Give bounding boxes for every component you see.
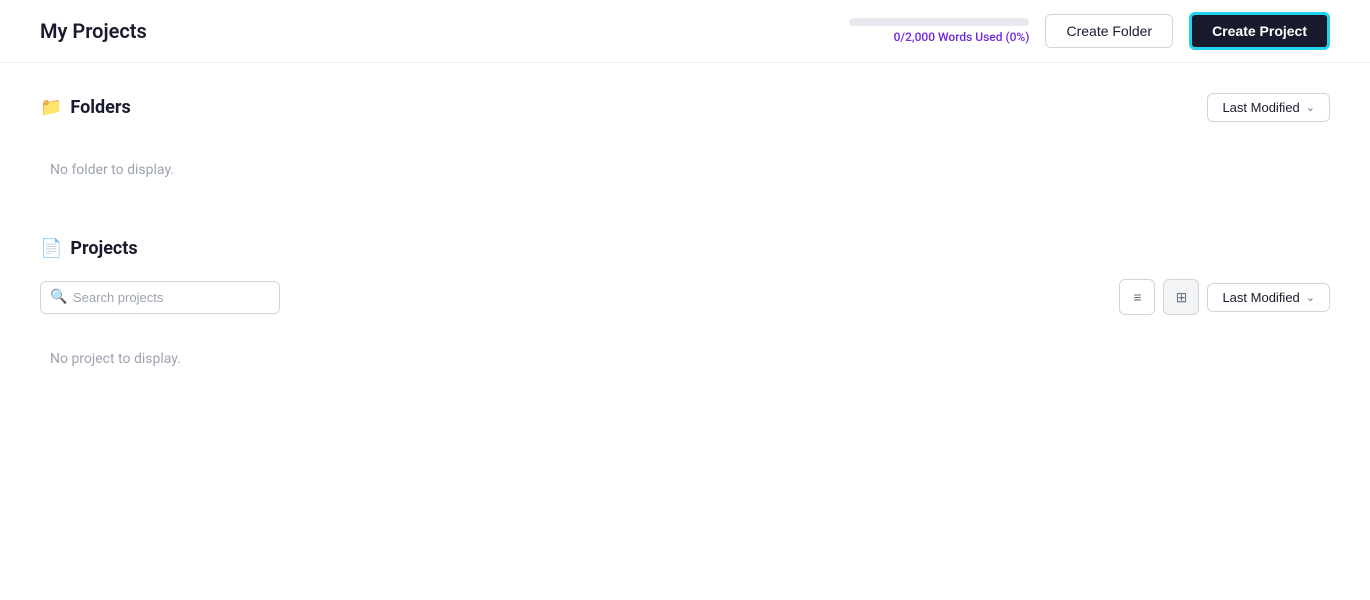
projects-title: Projects bbox=[70, 238, 137, 259]
list-view-button[interactable]: ≡ bbox=[1119, 279, 1155, 315]
words-progress-bar bbox=[849, 18, 1029, 26]
folders-title-row: 📁 Folders bbox=[40, 97, 131, 118]
projects-empty-state: No project to display. bbox=[40, 331, 1330, 387]
view-controls: ≡ ⊞ Last Modified ⌄ bbox=[1119, 279, 1330, 315]
create-project-button[interactable]: Create Project bbox=[1189, 12, 1330, 50]
folders-sort-label: Last Modified bbox=[1222, 100, 1299, 115]
projects-empty-text: No project to display. bbox=[50, 351, 181, 367]
create-folder-button[interactable]: Create Folder bbox=[1045, 14, 1173, 48]
list-view-icon: ≡ bbox=[1133, 289, 1141, 305]
words-used-container: 0/2,000 Words Used (0%) bbox=[849, 18, 1029, 44]
folder-icon: 📁 bbox=[40, 97, 62, 118]
folders-sort-dropdown[interactable]: Last Modified ⌄ bbox=[1207, 93, 1330, 122]
page-title: My Projects bbox=[40, 19, 147, 43]
projects-section: 📄 Projects 🔍 ≡ ⊞ Last Modified ⌄ bbox=[40, 238, 1330, 387]
folders-sort-chevron-icon: ⌄ bbox=[1306, 101, 1315, 114]
header: My Projects 0/2,000 Words Used (0%) Crea… bbox=[0, 0, 1370, 63]
projects-title-row: 📄 Projects bbox=[40, 238, 1330, 259]
search-input[interactable] bbox=[40, 281, 280, 314]
projects-sort-chevron-icon: ⌄ bbox=[1306, 291, 1315, 304]
grid-view-icon: ⊞ bbox=[1176, 289, 1188, 306]
search-container: 🔍 bbox=[40, 281, 280, 314]
folders-title: Folders bbox=[70, 97, 130, 118]
search-icon: 🔍 bbox=[50, 289, 67, 305]
projects-sort-label: Last Modified bbox=[1222, 290, 1299, 305]
folders-empty-text: No folder to display. bbox=[50, 162, 174, 178]
projects-icon: 📄 bbox=[40, 238, 62, 259]
projects-controls: 🔍 ≡ ⊞ Last Modified ⌄ bbox=[40, 279, 1330, 315]
main-content: 📁 Folders Last Modified ⌄ No folder to d… bbox=[0, 63, 1370, 457]
projects-sort-dropdown[interactable]: Last Modified ⌄ bbox=[1207, 283, 1330, 312]
folders-section: 📁 Folders Last Modified ⌄ No folder to d… bbox=[40, 93, 1330, 198]
header-actions: 0/2,000 Words Used (0%) Create Folder Cr… bbox=[849, 12, 1330, 50]
folders-empty-state: No folder to display. bbox=[40, 142, 1330, 198]
grid-view-button[interactable]: ⊞ bbox=[1163, 279, 1199, 315]
words-used-label: 0/2,000 Words Used (0%) bbox=[894, 30, 1030, 44]
folders-section-header: 📁 Folders Last Modified ⌄ bbox=[40, 93, 1330, 122]
